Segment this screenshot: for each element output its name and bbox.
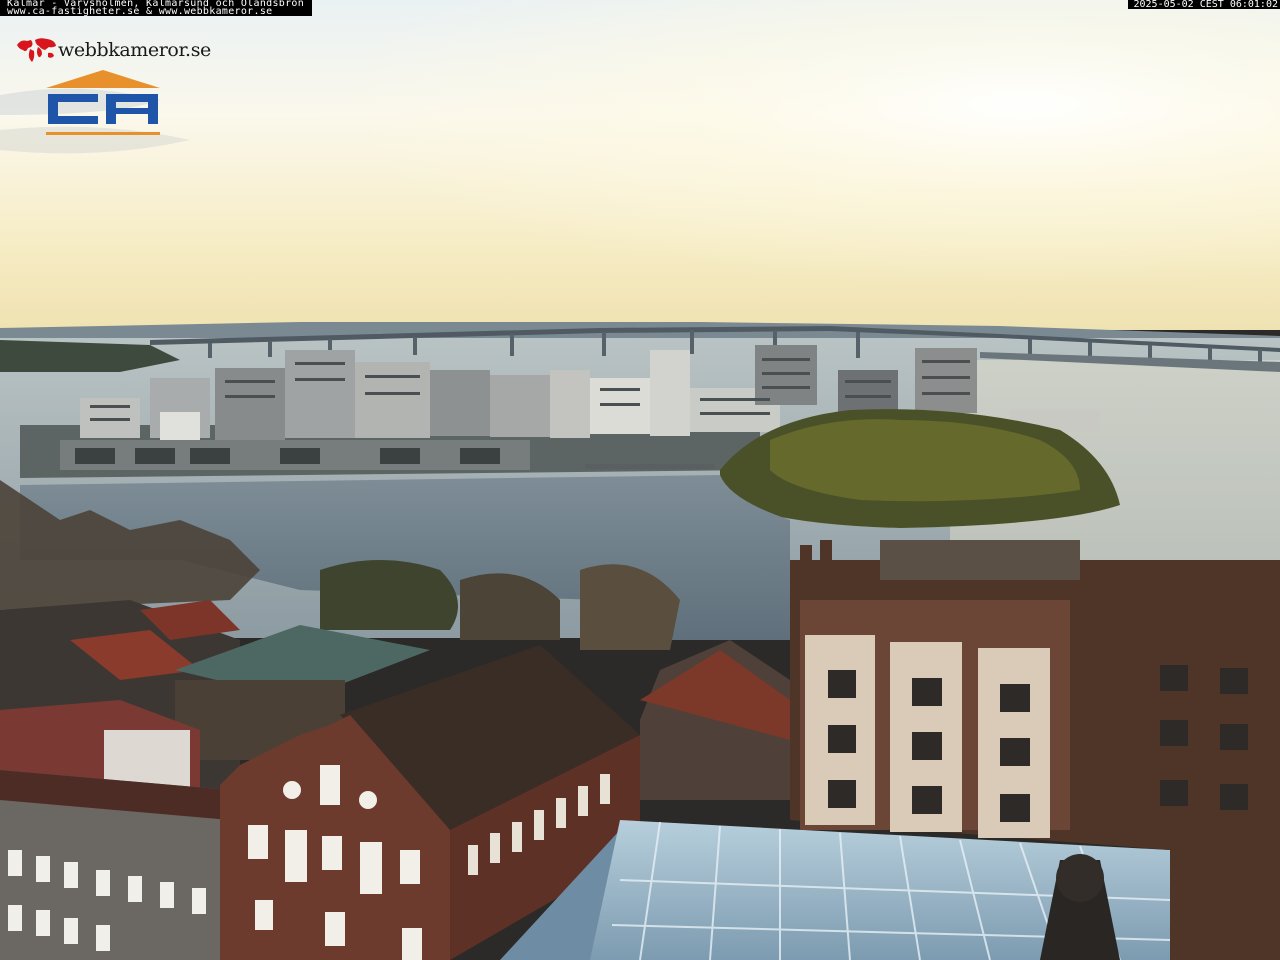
webbkameror-logo-text: webbkameror.se (58, 39, 211, 61)
ca-logo-text: CA (102, 135, 104, 138)
ca-letter-a-shape (106, 94, 158, 124)
webcam-scene (0, 0, 1280, 960)
camera-caption: Kalmar - Varvsholmen, Kalmarsund och Öla… (0, 0, 313, 17)
caption-websites: www.ca-fastigheter.se & www.webbkameror.… (7, 6, 273, 17)
ca-baseline-shape (46, 132, 160, 135)
ca-roof-shape (46, 70, 160, 88)
timestamp: 2025-05-02 CEST 06:01:02 (1127, 0, 1280, 10)
ca-fastigheter-logo: CA (46, 70, 160, 138)
webbkameror-logo: webbkameror.se (15, 34, 211, 66)
ca-letter-c-shape (48, 94, 98, 124)
world-map-icon (17, 38, 56, 62)
